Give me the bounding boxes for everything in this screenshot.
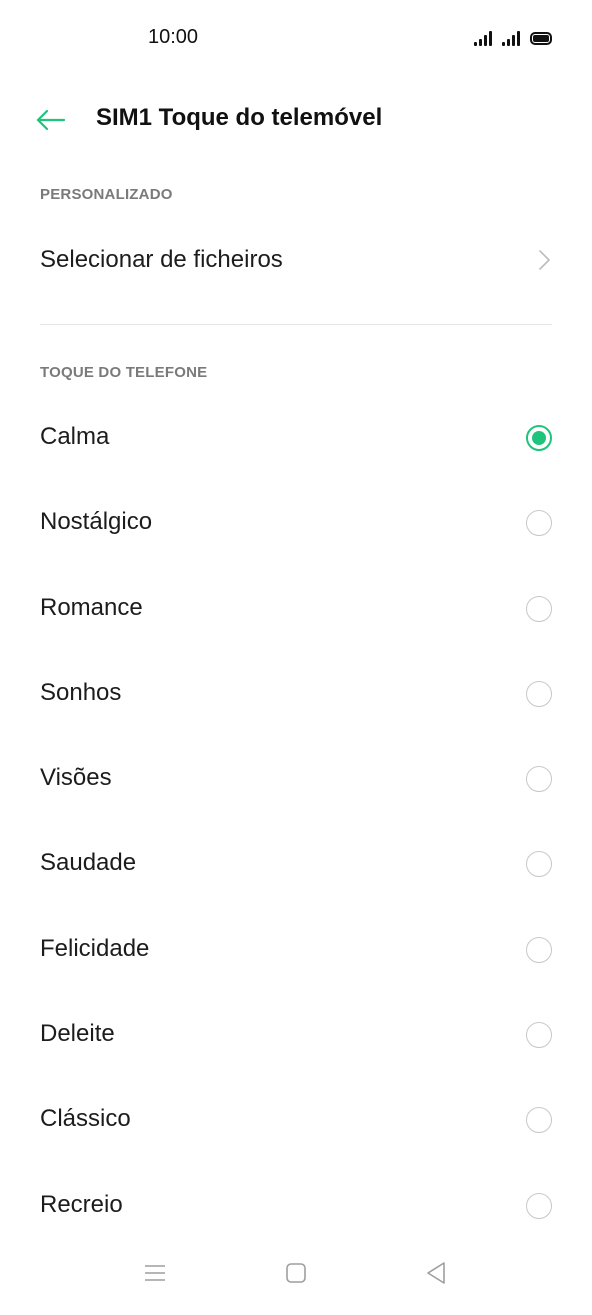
navigation-bar: [0, 1250, 592, 1295]
ringtone-label: Clássico: [40, 1105, 131, 1133]
ringtone-list: Calma Nostálgico Romance Sonhos Visões S…: [0, 395, 592, 1248]
ringtone-item-nostalgico[interactable]: Nostálgico: [0, 480, 592, 565]
radio-button[interactable]: [526, 766, 552, 793]
sim2-signal-icon: [502, 30, 520, 46]
ringtone-item-recreio[interactable]: Recreio: [0, 1163, 592, 1248]
ringtone-item-sonhos[interactable]: Sonhos: [0, 651, 592, 736]
status-time: 10:00: [148, 26, 199, 48]
screen: 10:00 SIM1 Toque do telemóvel PERSONALIZ…: [0, 0, 592, 1315]
radio-button[interactable]: [526, 425, 552, 451]
recent-apps-button[interactable]: [140, 1258, 170, 1288]
radio-button[interactable]: [526, 936, 552, 963]
radio-button[interactable]: [526, 851, 552, 878]
ringtone-label: Visões: [40, 764, 112, 792]
sim1-signal-icon: [474, 30, 492, 46]
status-icons: [474, 26, 552, 46]
ringtone-item-visoes[interactable]: Visões: [0, 736, 592, 821]
ringtone-label: Recreio: [40, 1190, 123, 1218]
back-nav-button[interactable]: [421, 1258, 451, 1288]
divider: [40, 324, 552, 325]
ringtone-label: Deleite: [40, 1020, 115, 1048]
app-bar: SIM1 Toque do telemóvel: [0, 88, 592, 152]
menu-icon: [145, 1265, 165, 1281]
ringtone-item-calma[interactable]: Calma: [0, 395, 592, 480]
radio-button[interactable]: [526, 680, 552, 707]
page-title: SIM1 Toque do telemóvel: [96, 104, 383, 131]
ringtone-item-saudade[interactable]: Saudade: [0, 821, 592, 906]
chevron-right-icon: [539, 250, 550, 270]
ringtone-item-classico[interactable]: Clássico: [0, 1077, 592, 1162]
section-header-ringtones: TOQUE DO TELEFONE: [40, 364, 208, 381]
battery-icon: [530, 32, 552, 45]
select-from-files-label: Selecionar de ficheiros: [40, 246, 283, 273]
ringtone-item-deleite[interactable]: Deleite: [0, 992, 592, 1077]
triangle-back-icon: [427, 1262, 445, 1284]
radio-button[interactable]: [526, 1107, 552, 1134]
radio-button[interactable]: [526, 510, 552, 537]
ringtone-label: Felicidade: [40, 934, 150, 962]
section-header-custom: PERSONALIZADO: [40, 186, 173, 203]
ringtone-label: Calma: [40, 423, 110, 450]
ringtone-label: Saudade: [40, 849, 137, 877]
arrow-left-icon: [36, 109, 66, 131]
radio-button[interactable]: [526, 1192, 552, 1219]
home-button[interactable]: [281, 1258, 311, 1288]
radio-button[interactable]: [526, 1022, 552, 1049]
status-bar: 10:00: [0, 0, 592, 76]
ringtone-label: Romance: [40, 593, 143, 621]
radio-button[interactable]: [526, 595, 552, 622]
select-from-files-button[interactable]: Selecionar de ficheiros: [0, 222, 592, 298]
ringtone-label: Sonhos: [40, 678, 122, 706]
ringtone-item-romance[interactable]: Romance: [0, 566, 592, 651]
ringtone-label: Nostálgico: [40, 508, 153, 536]
square-icon: [286, 1263, 306, 1283]
back-button[interactable]: [30, 100, 70, 140]
ringtone-item-felicidade[interactable]: Felicidade: [0, 907, 592, 992]
